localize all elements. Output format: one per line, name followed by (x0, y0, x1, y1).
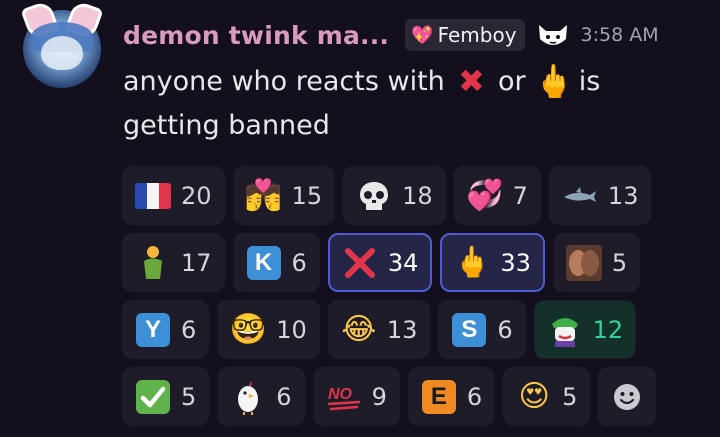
middle-finger-icon: 🖕 (534, 61, 575, 100)
reaction-count: 9 (371, 382, 387, 411)
heart-eyes-icon: 😍 (518, 378, 550, 414)
reaction-kissing-photo[interactable]: 5 (552, 233, 641, 292)
chicken-icon (228, 377, 268, 417)
reaction-count: 5 (562, 382, 578, 411)
heart-icon: 💖 (411, 24, 434, 46)
reaction-cross-mark[interactable]: 34 (327, 233, 433, 292)
chat-message: demon twink ma... 💖 Femboy 3:58 AM anyon… (0, 0, 720, 437)
add-reaction-button[interactable] (598, 367, 657, 426)
svg-text:NO: NO (328, 386, 353, 403)
role-tag[interactable]: 💖 Femboy (405, 19, 525, 51)
reaction-count: 6 (291, 248, 307, 277)
middle-finger-icon: 🖕 (453, 244, 492, 280)
reaction-tears-of-joy[interactable]: 😂 13 (327, 300, 431, 359)
check-mark-icon (133, 377, 173, 417)
joker-icon (545, 310, 585, 350)
kissing-couple-icon: 💏 (244, 177, 283, 213)
reaction-count: 18 (402, 181, 433, 210)
message-text-part1: anyone who reacts with (123, 66, 454, 97)
reaction-count: 10 (276, 315, 307, 344)
reaction-count: 12 (592, 315, 624, 344)
tears-of-joy-icon: 😂 (341, 311, 377, 347)
reaction-count: 20 (181, 181, 212, 210)
role-label: Femboy (437, 23, 517, 47)
reaction-letter-s[interactable]: S 6 (438, 300, 526, 359)
heart-with-ribbon-icon: 💞 (465, 177, 504, 213)
reaction-nerd-face[interactable]: 🤓 10 (217, 300, 320, 359)
hundred-no-icon: NO (324, 377, 364, 417)
reaction-row: 17 K 6 34 🖕 33 5 (122, 233, 702, 292)
shark-icon (560, 176, 600, 216)
letter-y-icon: Y (133, 310, 173, 350)
letter-e-icon: E (419, 377, 459, 417)
reaction-middle-finger[interactable]: 🖕 33 (440, 233, 545, 292)
kissing-photo-icon (564, 243, 604, 283)
reaction-count: 13 (607, 181, 639, 210)
reaction-count: 6 (497, 315, 513, 344)
reaction-letter-y[interactable]: Y 6 (122, 300, 210, 359)
cat-face-icon (535, 19, 571, 51)
reaction-heart-eyes[interactable]: 😍 5 (503, 367, 591, 426)
message-text-part2: or (489, 66, 535, 97)
reaction-count: 34 (387, 248, 419, 277)
letter-k-icon: K (244, 243, 284, 283)
reaction-skull[interactable]: 18 (343, 166, 446, 225)
reaction-letter-k[interactable]: K 6 (232, 233, 320, 292)
reaction-count: 6 (276, 382, 292, 411)
reaction-count: 5 (181, 382, 197, 411)
reaction-count: 6 (466, 382, 483, 411)
message-header: demon twink ma... 💖 Femboy 3:58 AM (123, 16, 659, 54)
reaction-row: 20 💏 15 18 💞 7 13 (122, 166, 702, 225)
cross-mark-icon (340, 243, 380, 283)
reaction-joker[interactable]: 12 (533, 300, 637, 359)
reaction-letter-e[interactable]: E 6 (407, 367, 496, 426)
cross-mark-icon: ✖ (457, 61, 485, 100)
france-flag-icon (133, 176, 173, 216)
reaction-chicken[interactable]: 6 (217, 367, 305, 426)
avatar-face (41, 36, 83, 70)
reaction-count: 13 (386, 315, 418, 344)
reaction-hundred-no[interactable]: NO 9 (312, 367, 400, 426)
letter-s-icon: S (449, 310, 489, 350)
reaction-count: 5 (611, 248, 628, 277)
reaction-count: 33 (500, 248, 531, 277)
reaction-count: 17 (181, 248, 212, 277)
reaction-row: 5 6 NO 9 E 6 😍 5 (122, 367, 702, 426)
reaction-kissing-couple[interactable]: 💏 15 (232, 166, 336, 225)
add-reaction-icon (607, 377, 647, 417)
reaction-shark[interactable]: 13 (548, 166, 652, 225)
reaction-france-flag[interactable]: 20 (122, 166, 225, 225)
reaction-heart-ribbon[interactable]: 💞 7 (453, 166, 541, 225)
reaction-person[interactable]: 17 (122, 233, 225, 292)
nerd-face-icon: 🤓 (229, 311, 267, 347)
username[interactable]: demon twink ma... (123, 21, 389, 50)
skull-icon (354, 176, 394, 216)
reaction-check-mark[interactable]: 5 (122, 367, 210, 426)
message-content: anyone who reacts with ✖ or 🖕 is getting… (123, 60, 703, 148)
reactions-bar: 20 💏 15 18 💞 7 13 17 K 6 34 🖕 33 5 Y 6 🤓… (122, 166, 702, 434)
reaction-count: 7 (512, 181, 528, 210)
reaction-count: 15 (291, 181, 323, 210)
reaction-row: Y 6 🤓 10 😂 13 S 6 12 (122, 300, 702, 359)
avatar[interactable] (20, 0, 104, 88)
reaction-count: 6 (181, 315, 197, 344)
person-icon (133, 243, 173, 283)
timestamp: 3:58 AM (580, 24, 659, 46)
